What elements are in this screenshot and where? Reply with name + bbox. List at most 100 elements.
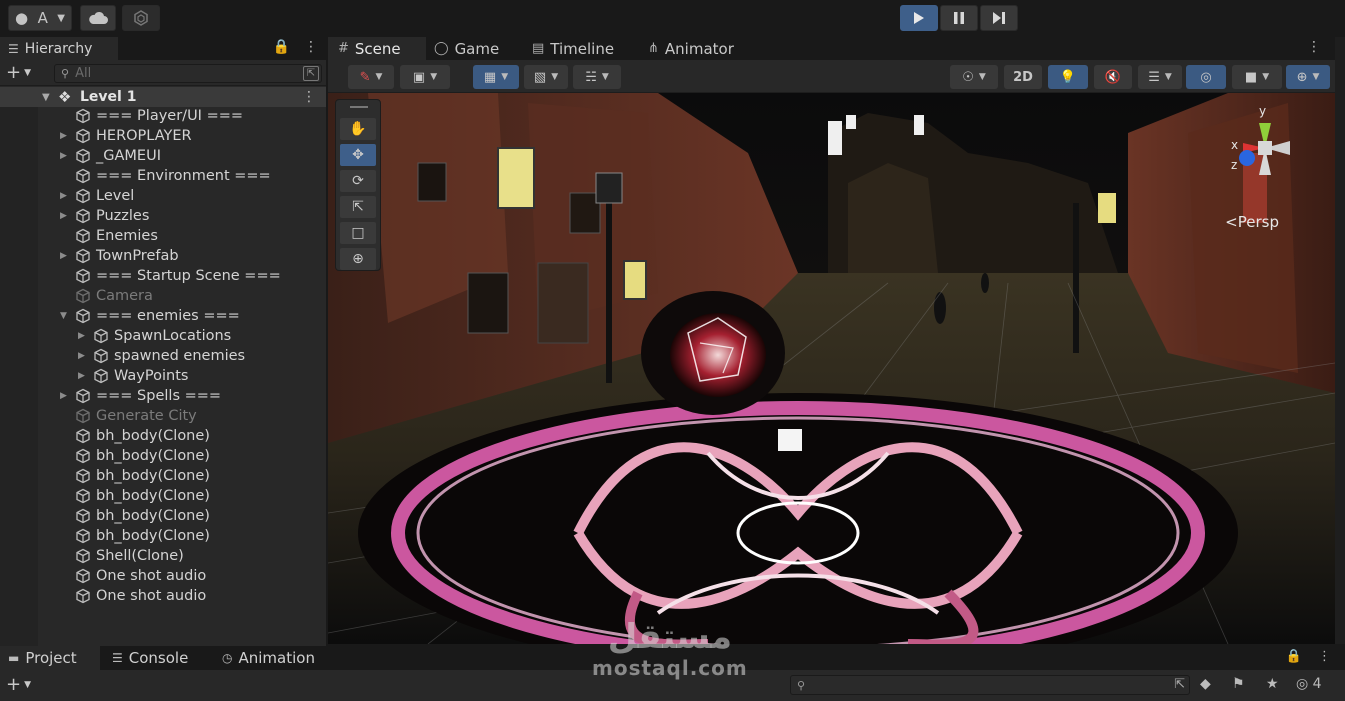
tab-timeline[interactable]: ▤ Timeline xyxy=(532,37,614,60)
scene-visibility-toggle[interactable]: ◎ xyxy=(1186,65,1226,89)
collapse-arrow-icon[interactable]: ▼ xyxy=(60,311,67,321)
hierarchy-item[interactable]: ▶ _GAMEUI xyxy=(0,147,326,167)
hierarchy-item[interactable]: Camera xyxy=(0,287,326,307)
collab-button[interactable] xyxy=(122,5,160,31)
draw-mode-dropdown[interactable]: ✎ ▼ xyxy=(348,65,394,89)
hierarchy-item[interactable]: ▶ SpawnLocations xyxy=(0,327,326,347)
expand-arrow-icon[interactable]: ▶ xyxy=(60,251,67,261)
lighting-toggle-button[interactable]: 💡 xyxy=(1048,65,1088,89)
hierarchy-item[interactable]: ▶ Level xyxy=(0,187,326,207)
hierarchy-item[interactable]: bh_body(Clone) xyxy=(0,487,326,507)
hierarchy-item-label: Shell(Clone) xyxy=(96,548,184,564)
lock-icon[interactable]: 🔒 xyxy=(273,39,290,55)
increment-snap-dropdown[interactable]: ▧ ▼ xyxy=(524,65,568,89)
more-icon[interactable]: ⋮ xyxy=(1318,649,1331,664)
search-by-type-icon[interactable]: ⇱ xyxy=(1174,677,1185,692)
scene-viewport[interactable]: ✋ ✥ ⟳ ⇱ □ ⊕ y x z <Persp xyxy=(328,93,1335,644)
effects-dropdown[interactable]: ☰ ▼ xyxy=(1138,65,1182,89)
project-search-input[interactable]: ⚲ ⇱ xyxy=(790,675,1190,695)
create-button[interactable]: + ▼ xyxy=(6,62,31,83)
cloud-button[interactable] xyxy=(80,5,116,31)
hidden-packages-toggle[interactable]: ◎ 4 xyxy=(1296,676,1322,692)
scene-name: Level 1 xyxy=(80,89,137,105)
hierarchy-item[interactable]: ▼ === enemies === xyxy=(0,307,326,327)
tab-hierarchy[interactable]: ☰ Hierarchy xyxy=(0,37,118,60)
grid-snap-dropdown[interactable]: ▦ ▼ xyxy=(473,65,519,89)
hierarchy-item[interactable]: ▶ Puzzles xyxy=(0,207,326,227)
hierarchy-item[interactable]: === Player/UI === xyxy=(0,107,326,127)
more-icon[interactable]: ⋮ xyxy=(302,89,316,105)
transform-tool-button[interactable]: ⊕ xyxy=(340,248,376,270)
search-by-type-icon[interactable]: ⇱ xyxy=(303,66,319,81)
hierarchy-item[interactable]: bh_body(Clone) xyxy=(0,527,326,547)
hierarchy-item[interactable]: bh_body(Clone) xyxy=(0,467,326,487)
projection-toggle[interactable]: <Persp xyxy=(1225,213,1279,231)
hand-tool-button[interactable]: ✋ xyxy=(340,118,376,140)
move-tool-button[interactable]: ✥ xyxy=(340,144,376,166)
rotate-tool-button[interactable]: ⟳ xyxy=(340,170,376,192)
tab-animation[interactable]: ◷ Animation xyxy=(222,646,315,670)
play-button[interactable] xyxy=(900,5,938,31)
lit-window xyxy=(497,147,535,209)
tab-animator[interactable]: ⋔ Animator xyxy=(648,37,734,60)
expand-arrow-icon[interactable]: ▶ xyxy=(78,331,85,341)
tab-game[interactable]: ◯ Game xyxy=(434,37,499,60)
audio-toggle-button[interactable]: 🔇 xyxy=(1094,65,1132,89)
grid-visibility-dropdown[interactable]: ☵ ▼ xyxy=(573,65,621,89)
tab-project[interactable]: ▬ Project xyxy=(0,646,100,670)
tab-scene[interactable]: # Scene xyxy=(328,37,426,60)
filter-by-type-icon[interactable]: ◆ xyxy=(1200,676,1211,692)
hierarchy-item[interactable]: ▶ WayPoints xyxy=(0,367,326,387)
expand-arrow-icon[interactable]: ▶ xyxy=(60,391,67,401)
hierarchy-item[interactable]: ▶ spawned enemies xyxy=(0,347,326,367)
chevron-down-icon: ▼ xyxy=(24,68,32,78)
more-icon[interactable]: ⋮ xyxy=(304,39,318,55)
gizmos-dropdown[interactable]: ⊕ ▼ xyxy=(1286,65,1330,89)
hierarchy-item[interactable]: bh_body(Clone) xyxy=(0,507,326,527)
hierarchy-item-label: bh_body(Clone) xyxy=(96,508,210,524)
pause-button[interactable] xyxy=(940,5,978,31)
expand-arrow-icon[interactable]: ▶ xyxy=(60,131,67,141)
expand-arrow-icon[interactable]: ▶ xyxy=(60,211,67,221)
hierarchy-item-label: One shot audio xyxy=(96,588,207,604)
draw-shaded-dropdown[interactable]: ☉ ▼ xyxy=(950,65,998,89)
drag-handle[interactable] xyxy=(350,106,368,108)
expand-arrow-icon[interactable]: ▶ xyxy=(78,371,85,381)
label-icon[interactable]: ⚑ xyxy=(1232,676,1245,692)
account-dropdown[interactable]: ● A ▼ xyxy=(8,5,72,31)
hierarchy-item[interactable]: bh_body(Clone) xyxy=(0,447,326,467)
hierarchy-item[interactable]: One shot audio xyxy=(0,567,326,587)
hierarchy-item[interactable]: One shot audio xyxy=(0,587,326,607)
more-icon[interactable]: ⋮ xyxy=(1307,39,1321,55)
tab-console[interactable]: ☰ Console xyxy=(112,646,188,670)
gamepad-icon: ◯ xyxy=(434,41,449,56)
hierarchy-item[interactable]: Shell(Clone) xyxy=(0,547,326,567)
gameobject-cube-icon xyxy=(76,428,90,444)
hierarchy-item[interactable]: ▶ HEROPLAYER xyxy=(0,127,326,147)
lock-icon[interactable]: 🔒 xyxy=(1286,649,1302,664)
gameobject-cube-icon xyxy=(76,308,90,324)
hierarchy-item[interactable]: ▶ === Spells === xyxy=(0,387,326,407)
expand-arrow-icon[interactable]: ▼ xyxy=(42,92,50,103)
layers-icon: ☰ xyxy=(1148,69,1160,85)
hierarchy-item[interactable]: ▶ TownPrefab xyxy=(0,247,326,267)
star-icon[interactable]: ★ xyxy=(1266,676,1279,692)
expand-arrow-icon[interactable]: ▶ xyxy=(60,151,67,161)
expand-arrow-icon[interactable]: ▶ xyxy=(60,191,67,201)
hierarchy-item[interactable]: === Startup Scene === xyxy=(0,267,326,287)
expand-arrow-icon[interactable]: ▶ xyxy=(78,351,85,361)
step-button[interactable] xyxy=(980,5,1018,31)
scale-tool-button[interactable]: ⇱ xyxy=(340,196,376,218)
camera-settings-dropdown[interactable]: ■ ▼ xyxy=(1232,65,1282,89)
scene-gizmo[interactable]: y x z xyxy=(1225,103,1305,193)
hierarchy-item[interactable]: bh_body(Clone) xyxy=(0,427,326,447)
hierarchy-item[interactable]: Enemies xyxy=(0,227,326,247)
hierarchy-item[interactable]: Generate City xyxy=(0,407,326,427)
render-mode-dropdown[interactable]: ▣ ▼ xyxy=(400,65,450,89)
hierarchy-search-input[interactable]: ⚲ All ⇱ xyxy=(54,64,322,83)
2d-toggle-button[interactable]: 2D xyxy=(1004,65,1042,89)
rect-tool-button[interactable]: □ xyxy=(340,222,376,244)
hierarchy-item[interactable]: === Environment === xyxy=(0,167,326,187)
scene-root-row[interactable]: ▼ ❖ Level 1 ⋮ xyxy=(0,87,326,107)
create-asset-button[interactable]: + ▼ xyxy=(6,674,31,695)
